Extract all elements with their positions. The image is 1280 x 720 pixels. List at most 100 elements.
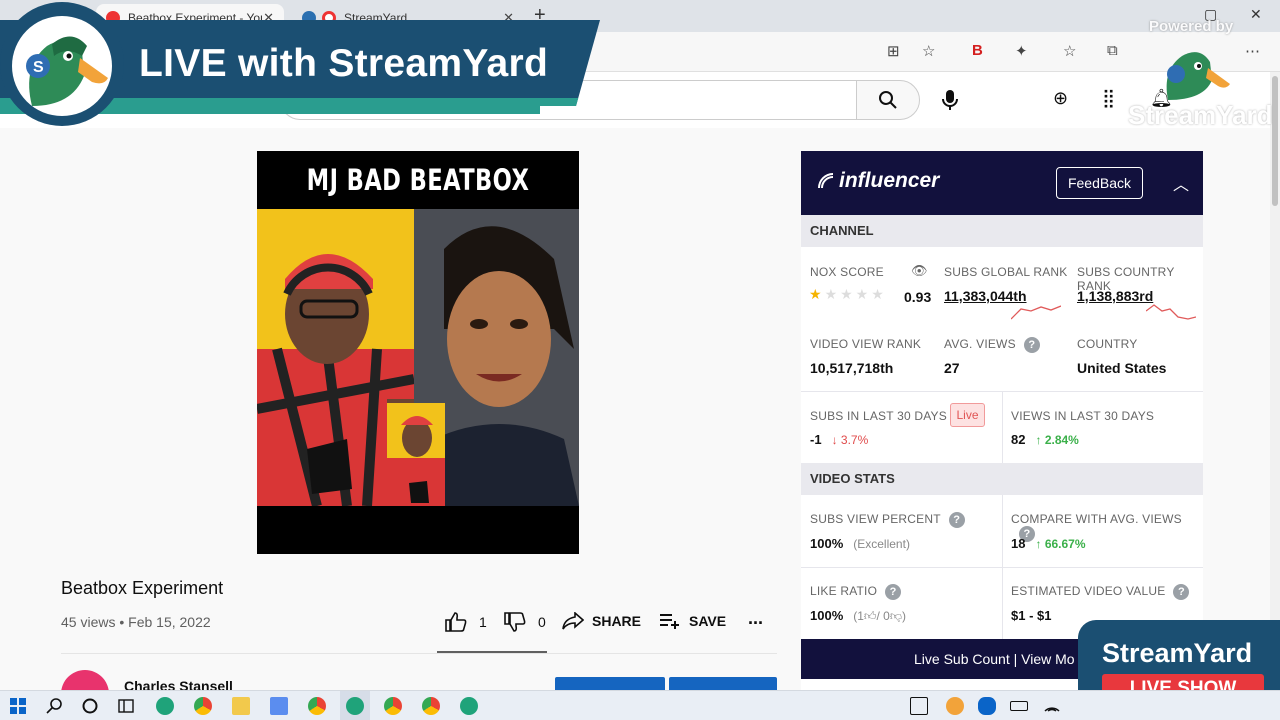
divider — [61, 653, 777, 654]
collections-icon[interactable]: ⧉ — [1107, 42, 1118, 59]
extensions-icon[interactable]: ✦ — [1015, 42, 1028, 60]
favorite-add-icon[interactable]: ☆ — [922, 42, 935, 60]
est-value-value: $1 - $1 — [1011, 608, 1052, 623]
chrome-icon[interactable] — [308, 697, 326, 715]
video-view-rank-label: VIDEO VIEW RANK — [810, 337, 922, 351]
streamyard-watermark: StreamYard — [1128, 100, 1273, 130]
search-icon — [879, 91, 897, 109]
live-badge[interactable]: Live — [950, 403, 985, 427]
create-video-icon[interactable]: ⊕ — [1053, 88, 1068, 109]
subs-global-rank-label: SUBS GLOBAL RANK — [944, 265, 1068, 279]
playlist-add-icon — [660, 614, 679, 629]
subs-30-label: SUBS IN LAST 30 DAYS — [810, 409, 947, 423]
task-view-icon[interactable] — [117, 697, 135, 715]
arrow-down-icon: ↓ 3.7% — [831, 433, 869, 447]
more-icon[interactable]: ⋯ — [1245, 42, 1260, 60]
arrow-up-icon: ↑ 2.84% — [1035, 433, 1079, 447]
chrome-icon[interactable] — [194, 697, 212, 715]
help-icon[interactable]: ? — [948, 512, 965, 528]
video-view-rank-value: 10,517,718th — [810, 360, 894, 376]
edge-icon[interactable] — [156, 697, 174, 715]
chevron-up-icon[interactable]: ︿ — [1173, 171, 1189, 195]
wifi-logo-icon — [818, 173, 834, 189]
battery-icon[interactable] — [1010, 701, 1028, 711]
powered-by-label: Powered by — [1149, 18, 1234, 35]
share-label: SHARE — [592, 613, 642, 629]
thumbs-down-icon — [504, 612, 526, 632]
streamyard-corner-title: StreamYard — [1102, 638, 1253, 668]
video-stats-section-header: VIDEO STATS — [801, 463, 1203, 495]
divider — [1002, 391, 1003, 463]
est-value-label: ESTIMATED VIDEO VALUE? — [1011, 584, 1190, 600]
share-button[interactable]: SHARE — [562, 612, 641, 630]
app-grid-icon[interactable]: ⊞ — [887, 42, 900, 60]
thumbs-up-icon — [445, 612, 467, 632]
nox-stars: ★★★★★ — [809, 286, 887, 302]
svg-text:S: S — [33, 59, 44, 76]
search-icon[interactable] — [46, 697, 64, 715]
subs-view-percent-value: 100% (Excellent) — [810, 536, 910, 551]
search-button[interactable] — [856, 80, 920, 120]
dislike-button[interactable]: 0 — [504, 612, 546, 632]
thumbnail-title: MJ BAD BEATBOX — [306, 163, 530, 197]
view-count: 45 views — [61, 614, 116, 630]
chrome-icon[interactable] — [384, 697, 402, 715]
influencer-header: influencer FeedBack ︿ — [801, 151, 1203, 215]
duck-logo-icon: S — [12, 16, 112, 116]
subs-view-percent-label: SUBS VIEW PERCENT? — [810, 512, 965, 528]
news-icon[interactable] — [910, 697, 928, 715]
edge-icon[interactable] — [346, 697, 364, 715]
wifi-icon[interactable] — [1043, 697, 1061, 715]
like-ratio-value: 100% (1👍︎/ 0👎︎) — [810, 608, 906, 623]
extension-b-icon[interactable]: B — [972, 42, 983, 59]
eye-icon: 👁︎ — [911, 263, 928, 278]
more-actions-icon[interactable]: ... — [748, 608, 763, 629]
video-player[interactable]: MJ BAD BEATBOX — [257, 151, 579, 554]
video-meta: 45 views • Feb 15, 2022 — [61, 614, 211, 630]
nox-score-value: 0.93 — [904, 289, 932, 305]
cortana-icon[interactable] — [81, 697, 99, 715]
help-icon[interactable]: ? — [885, 584, 902, 600]
store-icon[interactable] — [270, 697, 288, 715]
country-value: United States — [1077, 360, 1167, 376]
like-button[interactable]: 1 — [445, 612, 487, 632]
save-label: SAVE — [689, 613, 727, 629]
divider — [801, 567, 1203, 568]
favorites-icon[interactable]: ☆ — [1063, 42, 1076, 60]
window-close-icon[interactable]: ✕ — [1250, 6, 1262, 23]
feedback-button[interactable]: FeedBack — [1056, 167, 1143, 199]
like-count: 1 — [479, 614, 487, 630]
apps-grid-icon[interactable]: ⣿ — [1102, 88, 1115, 109]
arrow-up-icon: ↑ 66.67% — [1035, 537, 1086, 551]
file-explorer-icon[interactable] — [232, 697, 250, 715]
video-title: Beatbox Experiment — [61, 578, 224, 598]
channel-section-header: CHANNEL — [801, 215, 1203, 247]
save-button[interactable]: SAVE — [659, 612, 726, 630]
dislike-count: 0 — [538, 614, 546, 630]
microphone-icon — [942, 90, 958, 110]
edge-icon[interactable] — [460, 697, 478, 715]
nox-score-label: NOX SCORE — [810, 265, 884, 279]
help-icon[interactable]: ? — [1023, 337, 1040, 353]
help-icon[interactable]: ? — [1173, 584, 1190, 600]
like-ratio-label: LIKE RATIO? — [810, 584, 902, 600]
influencer-panel: influencer FeedBack ︿ CHANNEL NOX SCORE … — [801, 151, 1203, 691]
chrome-icon[interactable] — [422, 697, 440, 715]
views-30-label: VIEWS IN LAST 30 DAYS — [1011, 409, 1155, 423]
views-30-value: 82 ↑ 2.84% — [1011, 432, 1079, 447]
streamyard-banner-title: LIVE with StreamYard — [139, 42, 549, 85]
subs-country-rank-value[interactable]: 1,138,883rd — [1077, 288, 1153, 304]
upload-date: Feb 15, 2022 — [128, 614, 211, 630]
windows-start-icon[interactable] — [9, 697, 27, 715]
duck-logo-icon — [1166, 52, 1230, 100]
subs-30-value: -1 ↓ 3.7% — [810, 432, 869, 447]
weather-icon[interactable] — [946, 697, 964, 715]
scrollbar-thumb[interactable] — [1272, 76, 1278, 206]
mic-button[interactable] — [930, 80, 970, 120]
country-label: COUNTRY — [1077, 337, 1138, 351]
influencer-logo: influencer — [817, 169, 939, 193]
windows-taskbar — [0, 690, 1280, 720]
bluetooth-icon[interactable] — [978, 697, 996, 715]
page-scrollbar[interactable] — [1270, 72, 1280, 690]
share-icon — [562, 612, 584, 630]
